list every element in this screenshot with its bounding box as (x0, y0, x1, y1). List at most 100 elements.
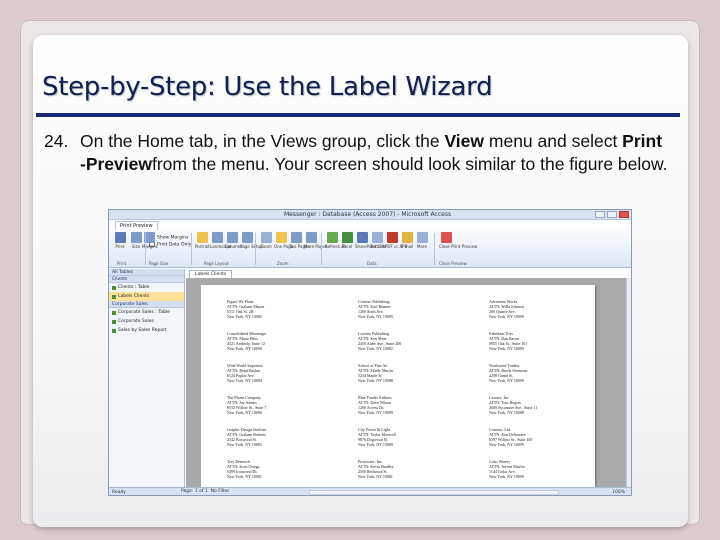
ribbon-separator (434, 233, 435, 265)
close-button[interactable] (619, 211, 629, 218)
zoom-button[interactable]: Zoom (259, 232, 273, 249)
nav-section-header[interactable]: Clients (109, 276, 184, 283)
ribbon-separator (145, 233, 146, 265)
close-print-preview-button[interactable]: Close Print Preview (439, 232, 478, 249)
status-bar: Ready Page: 1 of 1 No Filter 100% (109, 487, 631, 495)
one-page-icon (275, 232, 287, 243)
horizontal-scrollbar[interactable] (309, 490, 559, 495)
page-size-icon (130, 232, 142, 243)
label-line: New York, NY 10080 (227, 410, 262, 415)
minimize-button[interactable] (595, 211, 605, 218)
tab-labels-clients[interactable]: Labels Clients (189, 270, 233, 278)
more-button[interactable]: More (415, 232, 429, 249)
mailing-label: Graphic Design Institute ATTN: Graham Rob… (227, 427, 337, 447)
columns-button[interactable]: Columns (225, 232, 243, 249)
two-pages-icon (290, 232, 302, 243)
window-title: Messenger : Database (Access 2007) - Mic… (284, 211, 452, 218)
email-icon (401, 232, 413, 243)
preview-area: Figure We Plans ATTN: Graham Mason 5511 Oa… (186, 278, 631, 487)
label-line: New York, NY 10088 (358, 378, 393, 383)
step-part: menu and select (484, 131, 623, 151)
nav-item[interactable]: Sales by Sales Report (109, 326, 184, 335)
ribbon-button-label: Landscape (210, 244, 232, 249)
mailing-label: Trey Research ATTN: Scott Ortega 5499 Iron… (227, 459, 337, 479)
e-mail-button[interactable]: E-mail (400, 232, 414, 249)
label-line: New York, NY 10099 (489, 378, 524, 383)
label-line: New York, NY 10099 (489, 314, 524, 319)
mailing-label: School of Fine Art ATTN: Mindy Martin 5234… (358, 363, 468, 383)
mailing-label: The Phone Company ATTN: Jay Adams 9512 Wil… (227, 395, 337, 415)
page-navigator[interactable]: Page: 1 of 1 No Filter (181, 489, 229, 494)
mailing-label: Proseware, Inc. ATTN: Kevin Bradley 2500 R… (358, 459, 468, 479)
step-emphasis-view: View (444, 131, 485, 151)
more-pages-icon (305, 232, 317, 243)
ribbon-button-label: Refresh All (325, 244, 347, 249)
mailing-label: Figure We Plans ATTN: Graham Mason 5511 Oa… (227, 299, 337, 319)
step-part: from the menu. Your screen should look s… (151, 154, 668, 174)
portrait-button[interactable]: Portrait (195, 232, 210, 249)
columns-icon (226, 232, 238, 243)
label-line: New York, NY 10083 (227, 442, 262, 447)
zoom-icon (260, 232, 272, 243)
sharepoint-list-button[interactable]: SharePoint List (355, 232, 385, 249)
one-page-button[interactable]: One Page (274, 232, 293, 249)
mailing-label: Contoso Publishing ATTN: Karl Reuters 1260… (358, 299, 468, 319)
ribbon: Show Margins Print Data Only Print Size Ma… (109, 230, 631, 268)
print-button[interactable]: Print (113, 232, 127, 249)
two-pages-button[interactable]: Two Pages (289, 232, 310, 249)
portrait-icon (196, 232, 208, 243)
label-line: New York, NY 10081 (358, 474, 393, 479)
mailing-label: Blue Yonder Airlines ATTN: Dave Wilson 120… (358, 395, 468, 415)
ribbon-group-label: Close Preview (439, 261, 467, 266)
access-screenshot: Messenger : Database (Access 2007) - Mic… (108, 209, 632, 496)
label-line: New York, NY 10084 (227, 378, 262, 383)
label-line: New York, NY 10090 (227, 346, 262, 351)
ribbon-button-label: Excel (341, 244, 353, 249)
landscape-button[interactable]: Landscape (210, 232, 232, 249)
ribbon-button-label: PDF or XPS (385, 244, 408, 249)
mailing-label: Litware, Inc. ATTN: Tom Rogers 3600 Sycamo… (489, 395, 599, 415)
ribbon-button-label: Text File (370, 244, 387, 249)
page-nav-text: Page: 1 of 1 (181, 489, 208, 494)
refresh-icon (326, 232, 338, 243)
ribbon-button-label: Page Setup (240, 244, 263, 249)
pdf-icon (386, 232, 398, 243)
page-setup-button[interactable]: Page Setup (240, 232, 263, 249)
maximize-button[interactable] (607, 211, 617, 218)
zoom-level[interactable]: 100% (612, 490, 625, 495)
ribbon-button-label: Columns (225, 244, 243, 249)
ribbon-group-label: Data (367, 261, 377, 266)
nav-item[interactable]: Corporate Sales (109, 317, 184, 326)
nav-header[interactable]: All Tables (109, 269, 184, 276)
ribbon-button-label: Zoom (260, 244, 272, 249)
pdf-or-xps-button[interactable]: PDF or XPS (385, 232, 408, 249)
excel-button[interactable]: Excel (340, 232, 354, 249)
label-line: New York, NY 10085 (227, 314, 262, 319)
ribbon-separator (255, 233, 256, 265)
more-pages-button[interactable]: More Pages (304, 232, 327, 249)
navigation-pane: All Tables Clients Clients : Table Labels C… (109, 269, 185, 487)
size-button[interactable]: Size (129, 232, 143, 249)
vertical-scrollbar[interactable] (626, 278, 631, 487)
refresh-all-button[interactable]: Refresh All (325, 232, 347, 249)
ribbon-group-label: Page Size (149, 261, 169, 266)
close-preview-icon (440, 232, 452, 243)
label-line: New York, NY 10085 (358, 314, 393, 319)
tab-print-preview[interactable]: Print Preview (115, 221, 158, 230)
label-line: New York, NY 10099 (489, 346, 524, 351)
text-file-button[interactable]: Text File (370, 232, 387, 249)
nav-item[interactable]: Corporate Sales : Table (109, 308, 184, 317)
step-part: On the Home tab, in the Views group, cli… (80, 131, 445, 151)
text-file-icon (371, 232, 383, 243)
ribbon-button-label: Close Print Preview (439, 244, 478, 249)
title-underline (36, 113, 680, 117)
ribbon-button-label: Size (131, 244, 141, 249)
step-number: 24. (44, 131, 69, 151)
ribbon-button-label: SharePoint List (355, 244, 385, 249)
nav-item[interactable]: Labels Clients (109, 292, 184, 301)
mailing-label: Consolidated Messenger ATTN: Marie Hess 45… (227, 331, 337, 351)
nav-item[interactable]: Clients : Table (109, 283, 184, 292)
nav-section-header[interactable]: Corporate Sales (109, 301, 184, 308)
mailing-label: Wide World Importers ATTN: Benji Baskin 81… (227, 363, 337, 383)
ribbon-button-label: Two Pages (289, 244, 310, 249)
